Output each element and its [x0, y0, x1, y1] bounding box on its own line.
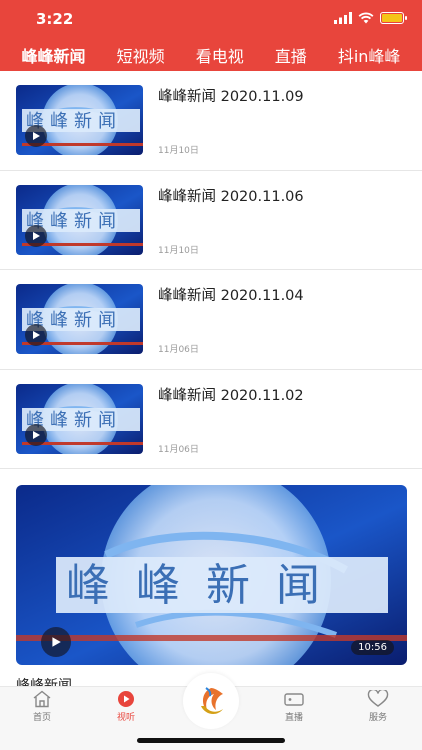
news-list: 峰峰新闻 峰峰新闻 2020.11.09 11月10日 峰峰新闻 峰峰新闻 20…: [0, 71, 422, 469]
featured-video[interactable]: 峰峰新闻 10:56: [16, 485, 407, 665]
play-icon[interactable]: [25, 224, 47, 247]
nav-live[interactable]: 直播: [264, 690, 324, 723]
app-header: 3:22 峰峰新闻 短视频 看电视 直播 抖in峰峰: [0, 0, 422, 71]
news-thumbnail[interactable]: 峰峰新闻: [16, 383, 143, 454]
video-duration: 10:56: [351, 640, 394, 655]
heart-icon: [367, 690, 389, 707]
nav-label: 视听: [116, 713, 135, 723]
tab-fengfeng-news[interactable]: 峰峰新闻: [22, 38, 86, 67]
play-icon[interactable]: [41, 627, 71, 657]
news-title[interactable]: 峰峰新闻 2020.11.04: [158, 284, 304, 305]
news-date: 11月06日: [158, 345, 199, 355]
video-camera-icon: [284, 693, 304, 706]
news-thumbnail[interactable]: 峰峰新闻: [16, 85, 143, 155]
nav-label: 服务: [368, 713, 387, 723]
nav-label: 首页: [32, 713, 51, 723]
battery-icon: [380, 12, 407, 24]
tab-live[interactable]: 直播: [275, 38, 307, 67]
news-thumbnail[interactable]: 峰峰新闻: [16, 284, 143, 354]
news-item[interactable]: 峰峰新闻 峰峰新闻 2020.11.04 11月06日: [0, 270, 422, 370]
news-title[interactable]: 峰峰新闻 2020.11.06: [158, 185, 304, 206]
news-item[interactable]: 峰峰新闻 峰峰新闻 2020.11.02 11月06日: [0, 370, 422, 469]
nav-services[interactable]: 服务: [348, 690, 408, 723]
news-thumbnail[interactable]: 峰峰新闻: [16, 184, 143, 255]
status-time: 3:22: [36, 10, 74, 28]
nav-label: 直播: [284, 713, 303, 723]
news-date: 11月10日: [158, 146, 199, 156]
featured-thumbnail-text: 峰峰新闻: [66, 560, 346, 611]
news-title[interactable]: 峰峰新闻 2020.11.02: [158, 384, 304, 405]
tab-douyin-fengfeng[interactable]: 抖in峰峰: [338, 38, 401, 67]
news-date: 11月10日: [158, 245, 199, 256]
play-circle-icon: [118, 691, 134, 707]
home-indicator: [137, 738, 285, 743]
status-bar: 3:22: [0, 0, 422, 38]
wifi-icon: [358, 12, 374, 24]
channel-tabs: 峰峰新闻 短视频 看电视 直播 抖in峰峰: [0, 38, 422, 71]
tab-watch-tv[interactable]: 看电视: [196, 38, 244, 67]
play-icon[interactable]: [25, 125, 47, 147]
nav-audiovisual[interactable]: 视听: [96, 690, 156, 723]
news-title[interactable]: 峰峰新闻 2020.11.09: [158, 85, 304, 106]
signal-icon: [334, 12, 352, 24]
nav-home[interactable]: 首页: [12, 690, 72, 723]
status-icons: [334, 12, 407, 24]
app-logo-icon: [201, 687, 223, 715]
play-icon[interactable]: [25, 423, 47, 446]
app-logo-button[interactable]: [183, 673, 239, 729]
news-item[interactable]: 峰峰新闻 峰峰新闻 2020.11.06 11月10日: [0, 171, 422, 270]
play-icon[interactable]: [25, 324, 47, 346]
home-icon: [33, 690, 51, 708]
news-item[interactable]: 峰峰新闻 峰峰新闻 2020.11.09 11月10日: [0, 71, 422, 171]
tab-short-video[interactable]: 短视频: [117, 38, 165, 67]
news-date: 11月06日: [158, 444, 199, 455]
